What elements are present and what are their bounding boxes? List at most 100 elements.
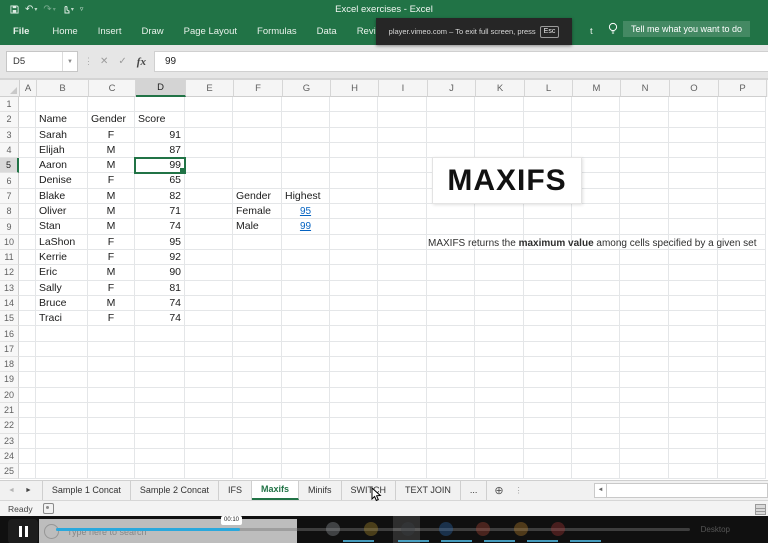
column-header-F[interactable]: F bbox=[234, 80, 283, 97]
cell-D10[interactable]: 95 bbox=[135, 235, 185, 250]
row-header-13[interactable]: 13 bbox=[0, 281, 19, 296]
clipped-ribbon-tab[interactable]: t bbox=[590, 26, 593, 37]
cell-B13[interactable]: Sally bbox=[36, 281, 88, 296]
cell-D4[interactable]: 87 bbox=[135, 143, 185, 158]
cell-K2[interactable] bbox=[475, 112, 524, 127]
cell-D12[interactable]: 90 bbox=[135, 265, 185, 280]
cell-B16[interactable] bbox=[36, 326, 88, 341]
column-header-B[interactable]: B bbox=[37, 80, 89, 97]
cell-C22[interactable] bbox=[88, 418, 135, 433]
cell-M2[interactable] bbox=[572, 112, 620, 127]
cell-J1[interactable] bbox=[427, 97, 475, 112]
redo-button[interactable]: ↷▾ bbox=[43, 4, 55, 15]
cell-I5[interactable] bbox=[378, 158, 427, 173]
cell-G17[interactable] bbox=[282, 342, 330, 357]
cell-D13[interactable]: 81 bbox=[135, 281, 185, 296]
cell-B23[interactable] bbox=[36, 434, 88, 449]
row-header-2[interactable]: 2 bbox=[0, 112, 19, 127]
cell-G18[interactable] bbox=[282, 357, 330, 372]
cell-J2[interactable] bbox=[427, 112, 475, 127]
cell-P18[interactable] bbox=[718, 357, 766, 372]
cell-I15[interactable] bbox=[378, 311, 427, 326]
cell-J12[interactable] bbox=[427, 265, 475, 280]
column-header-L[interactable]: L bbox=[525, 80, 573, 97]
cell-K21[interactable] bbox=[475, 403, 524, 418]
enter-icon[interactable]: ✓ bbox=[118, 56, 126, 67]
cell-H25[interactable] bbox=[330, 464, 378, 479]
cell-B18[interactable] bbox=[36, 357, 88, 372]
cell-L4[interactable] bbox=[524, 143, 572, 158]
cell-I19[interactable] bbox=[378, 372, 427, 387]
cell-E12[interactable] bbox=[185, 265, 233, 280]
cell-D15[interactable]: 74 bbox=[135, 311, 185, 326]
cell-N25[interactable] bbox=[620, 464, 669, 479]
ribbon-tab-home[interactable]: Home bbox=[42, 18, 87, 45]
cell-A4[interactable] bbox=[19, 143, 36, 158]
sheet-tab-sample-1-concat[interactable]: Sample 1 Concat bbox=[42, 481, 131, 501]
cell-G3[interactable] bbox=[282, 128, 330, 143]
cell-C13[interactable]: F bbox=[88, 281, 135, 296]
cell-O17[interactable] bbox=[669, 342, 718, 357]
cell-H1[interactable] bbox=[330, 97, 378, 112]
column-header-A[interactable]: A bbox=[20, 80, 37, 97]
touch-mode-dropdown-icon[interactable]: ▾ bbox=[71, 6, 74, 13]
cell-L17[interactable] bbox=[524, 342, 572, 357]
cell-I14[interactable] bbox=[378, 296, 427, 311]
customize-toolbar-icon[interactable]: ▿ bbox=[80, 5, 84, 13]
cell-P1[interactable] bbox=[718, 97, 766, 112]
cell-J8[interactable] bbox=[427, 204, 475, 219]
cell-D14[interactable]: 74 bbox=[135, 296, 185, 311]
cell-K11[interactable] bbox=[475, 250, 524, 265]
cell-N11[interactable] bbox=[620, 250, 669, 265]
ribbon-tab-draw[interactable]: Draw bbox=[131, 18, 173, 45]
cell-N23[interactable] bbox=[620, 434, 669, 449]
cell-E16[interactable] bbox=[185, 326, 233, 341]
cell-K20[interactable] bbox=[475, 388, 524, 403]
cell-N4[interactable] bbox=[620, 143, 669, 158]
row-header-16[interactable]: 16 bbox=[0, 326, 19, 341]
cell-F19[interactable] bbox=[233, 372, 282, 387]
cell-P13[interactable] bbox=[718, 281, 766, 296]
row-header-15[interactable]: 15 bbox=[0, 311, 19, 326]
ribbon-tab-file[interactable]: File bbox=[0, 18, 42, 45]
cell-A17[interactable] bbox=[19, 342, 36, 357]
cell-K15[interactable] bbox=[475, 311, 524, 326]
row-header-21[interactable]: 21 bbox=[0, 403, 19, 418]
cell-F18[interactable] bbox=[233, 357, 282, 372]
cell-O23[interactable] bbox=[669, 434, 718, 449]
cell-L14[interactable] bbox=[524, 296, 572, 311]
cell-P5[interactable] bbox=[718, 158, 766, 173]
cell-O6[interactable] bbox=[669, 173, 718, 188]
cell-I10[interactable] bbox=[378, 235, 427, 250]
cell-C14[interactable]: M bbox=[88, 296, 135, 311]
column-header-D[interactable]: D bbox=[136, 80, 186, 97]
cell-L13[interactable] bbox=[524, 281, 572, 296]
cell-D11[interactable]: 92 bbox=[135, 250, 185, 265]
cell-M4[interactable] bbox=[572, 143, 620, 158]
cell-A23[interactable] bbox=[19, 434, 36, 449]
cell-P19[interactable] bbox=[718, 372, 766, 387]
cell-M14[interactable] bbox=[572, 296, 620, 311]
cell-N15[interactable] bbox=[620, 311, 669, 326]
cell-J3[interactable] bbox=[427, 128, 475, 143]
cell-K25[interactable] bbox=[475, 464, 524, 479]
macro-record-icon[interactable] bbox=[43, 503, 54, 514]
name-box[interactable]: D5 ▼ bbox=[6, 51, 78, 72]
cell-M25[interactable] bbox=[572, 464, 620, 479]
cell-P25[interactable] bbox=[718, 464, 766, 479]
cell-L2[interactable] bbox=[524, 112, 572, 127]
cell-J20[interactable] bbox=[427, 388, 475, 403]
column-header-M[interactable]: M bbox=[573, 80, 621, 97]
cell-E4[interactable] bbox=[185, 143, 233, 158]
cell-L23[interactable] bbox=[524, 434, 572, 449]
cell-B15[interactable]: Traci bbox=[36, 311, 88, 326]
cell-I16[interactable] bbox=[378, 326, 427, 341]
cell-H18[interactable] bbox=[330, 357, 378, 372]
cell-G8[interactable]: 95 bbox=[282, 204, 330, 219]
cell-M18[interactable] bbox=[572, 357, 620, 372]
cell-O20[interactable] bbox=[669, 388, 718, 403]
cell-B8[interactable]: Oliver bbox=[36, 204, 88, 219]
cell-F10[interactable] bbox=[233, 235, 282, 250]
row-header-18[interactable]: 18 bbox=[0, 357, 19, 372]
touch-mode-icon[interactable]: ▾ bbox=[62, 4, 74, 14]
